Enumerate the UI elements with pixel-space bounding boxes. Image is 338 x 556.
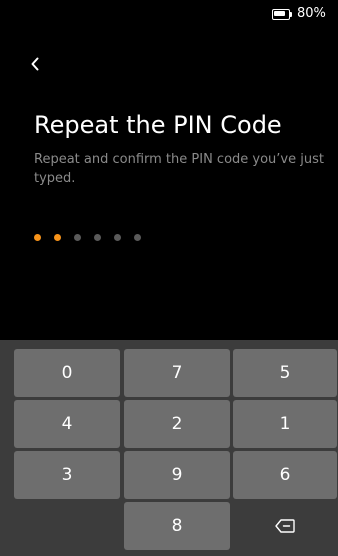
keypad-key-9[interactable]: 9	[124, 451, 230, 499]
keypad-key-4[interactable]: 4	[14, 400, 120, 448]
keypad-key-label: 7	[171, 363, 183, 383]
keypad-key-label: 8	[171, 516, 183, 536]
keypad-key-label: 3	[61, 465, 73, 485]
keypad-key-label: 9	[171, 465, 183, 485]
status-bar: 80%	[0, 0, 338, 30]
keypad-key-label: 4	[61, 414, 73, 434]
pin-dot	[74, 234, 81, 241]
pin-dot	[94, 234, 101, 241]
keypad-key-7[interactable]: 7	[124, 349, 230, 397]
keypad-key-label: 1	[279, 414, 291, 434]
keypad-key-8[interactable]: 8	[124, 502, 230, 550]
keypad-key-label: 6	[279, 465, 291, 485]
page-title: Repeat the PIN Code	[34, 111, 282, 139]
backspace-button[interactable]	[233, 502, 337, 550]
keypad-key-5[interactable]: 5	[233, 349, 337, 397]
numeric-keypad: 0 7 5 4 2 1 3 9 6 8	[0, 340, 338, 556]
page-subtitle: Repeat and confirm the PIN code you’ve j…	[34, 152, 324, 186]
keypad-key-0[interactable]: 0	[14, 349, 120, 397]
keypad-key-3[interactable]: 3	[14, 451, 120, 499]
pin-dot	[114, 234, 121, 241]
pin-dot	[134, 234, 141, 241]
chevron-left-icon	[31, 57, 39, 71]
battery-percentage: 80%	[297, 6, 326, 21]
keypad-key-label: 0	[61, 363, 73, 383]
pin-dot	[34, 234, 41, 241]
keypad-key-label: 2	[171, 414, 183, 434]
keypad-key-6[interactable]: 6	[233, 451, 337, 499]
pin-indicator	[34, 234, 141, 242]
back-button[interactable]	[24, 50, 52, 78]
keypad-key-2[interactable]: 2	[124, 400, 230, 448]
backspace-icon	[275, 519, 295, 533]
battery-icon	[272, 9, 292, 20]
pin-dot	[54, 234, 61, 241]
keypad-key-label: 5	[279, 363, 291, 383]
keypad-key-1[interactable]: 1	[233, 400, 337, 448]
keypad-empty-slot	[14, 502, 120, 550]
